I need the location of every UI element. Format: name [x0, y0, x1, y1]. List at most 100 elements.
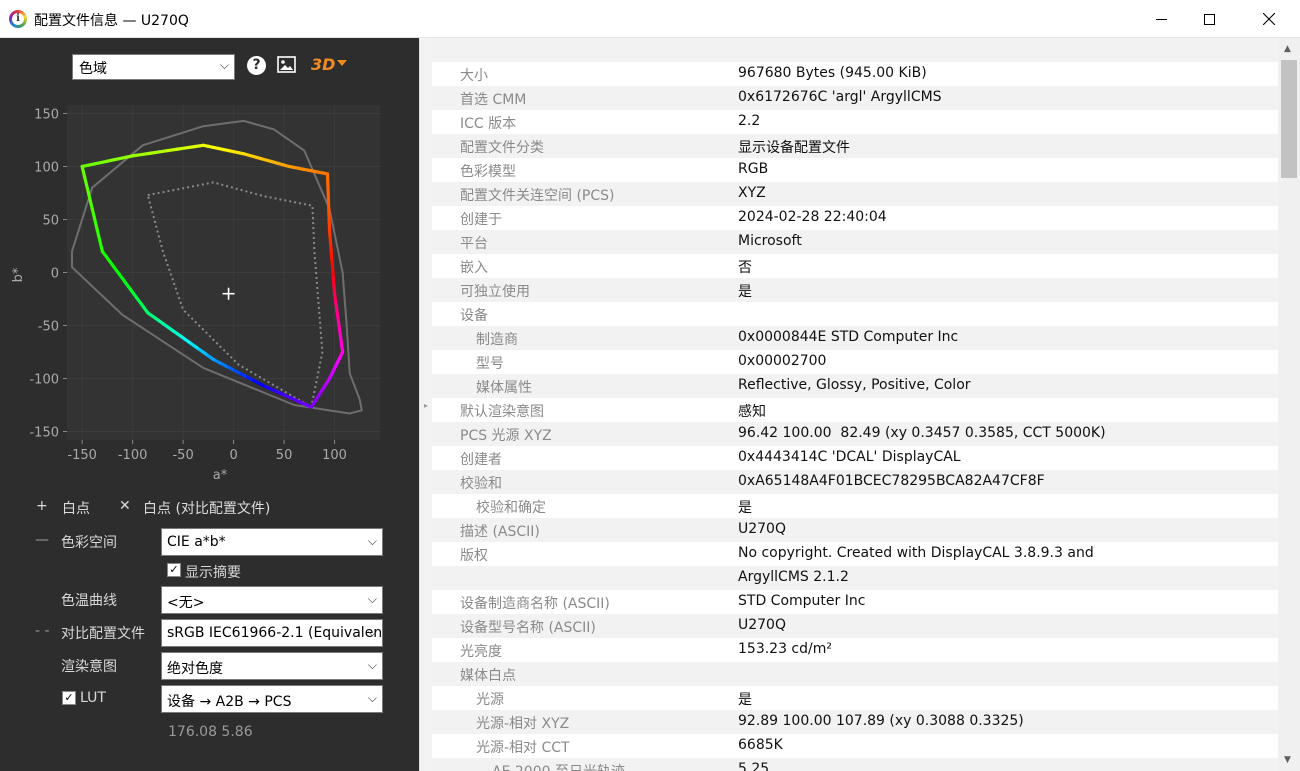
info-value: 92.89 100.00 107.89 (xy 0.3088 0.3325)	[738, 713, 1024, 729]
info-value: 153.23 cd/m²	[738, 641, 832, 657]
chevron-down-icon: ⌵	[367, 625, 377, 639]
scrollbar-thumb[interactable]	[1281, 60, 1297, 178]
info-row[interactable]: 制造商 0x0000844E STD Computer Inc	[432, 326, 1278, 350]
white-point-legend-label: 白点	[62, 501, 90, 517]
info-row[interactable]: 创建者 0x4443414C 'DCAL' DisplayCAL	[432, 446, 1278, 470]
info-row[interactable]: 大小 967680 Bytes (945.00 KiB)	[432, 62, 1278, 86]
info-row[interactable]: 光源-相对 XYZ 92.89 100.00 107.89 (xy 0.3088 …	[432, 710, 1278, 734]
save-image-icon[interactable]	[277, 56, 296, 73]
lut-checkbox[interactable]: ✓	[62, 691, 76, 705]
info-row[interactable]: 创建于 2024-02-28 22:40:04	[432, 206, 1278, 230]
lut-value: 设备 → A2B → PCS	[167, 694, 292, 710]
y-tick-label: -100	[29, 373, 59, 388]
info-row[interactable]: 媒体白点	[432, 662, 1278, 686]
info-key: 设备制造商名称 (ASCII)	[460, 596, 610, 612]
info-key: 描述 (ASCII)	[460, 524, 540, 540]
help-icon[interactable]: ?	[247, 56, 266, 75]
info-value: 感知	[738, 404, 766, 420]
info-key: 设备型号名称 (ASCII)	[460, 620, 596, 636]
vertical-scrollbar[interactable]: ▲ ▼	[1278, 38, 1300, 771]
info-value: STD Computer Inc	[738, 593, 866, 609]
info-row[interactable]: 色彩模型 RGB	[432, 158, 1278, 182]
lut-select[interactable]: 设备 → A2B → PCS ⌵	[161, 685, 383, 713]
info-key: 嵌入	[460, 260, 488, 276]
profile-info-list: 大小 967680 Bytes (945.00 KiB) 首选 CMM 0x61726…	[432, 38, 1278, 771]
info-row[interactable]: ArgyllCMS 2.1.2	[432, 566, 1278, 590]
info-row[interactable]: 设备制造商名称 (ASCII) STD Computer Inc	[432, 590, 1278, 614]
info-row[interactable]: 型号 0x00002700	[432, 350, 1278, 374]
rendering-intent-value: 绝对色度	[167, 661, 223, 677]
info-row[interactable]: 光源 是	[432, 686, 1278, 710]
minimize-button[interactable]	[1138, 0, 1184, 38]
maximize-button[interactable]	[1186, 0, 1232, 38]
info-row[interactable]: 嵌入 否	[432, 254, 1278, 278]
minimize-icon	[1155, 18, 1167, 20]
info-row[interactable]: 设备型号名称 (ASCII) U270Q	[432, 614, 1278, 638]
info-value: 967680 Bytes (945.00 KiB)	[738, 65, 927, 81]
info-row[interactable]: 可独立使用 是	[432, 278, 1278, 302]
show-summary-checkbox[interactable]: ✓	[167, 563, 181, 577]
3d-view-button[interactable]: 3D	[311, 55, 335, 74]
info-row[interactable]: 设备	[432, 302, 1278, 326]
info-row[interactable]: PCS 光源 XYZ 96.42 100.00 82.49 (xy 0.3457 …	[432, 422, 1278, 446]
info-value: U270Q	[738, 521, 786, 537]
info-row[interactable]: ICC 版本 2.2	[432, 110, 1278, 134]
info-row[interactable]: 描述 (ASCII) U270Q	[432, 518, 1278, 542]
info-row[interactable]: 校验和 0xA65148A4F01BCEC78295BCA82A47CF8F	[432, 470, 1278, 494]
info-row[interactable]: ΔE 2000 至日光轨迹 5.25	[432, 758, 1278, 771]
info-key: 首选 CMM	[460, 92, 527, 108]
info-key: 媒体属性	[476, 380, 532, 396]
y-tick-label: -50	[38, 320, 59, 335]
info-row[interactable]: 光亮度 153.23 cd/m²	[432, 638, 1278, 662]
info-list-header	[432, 38, 1278, 62]
info-row[interactable]: 媒体属性 Reflective, Glossy, Positive, Color	[432, 374, 1278, 398]
compare-profile-select[interactable]: sRGB IEC61966-2.1 (Equivalent ⌵	[161, 619, 383, 647]
cursor-readout: 176.08 5.86	[168, 724, 253, 740]
colorspace-select[interactable]: CIE a*b* ⌵	[161, 528, 383, 556]
scroll-down-icon[interactable]: ▼	[1284, 755, 1291, 765]
info-value: 0x4443414C 'DCAL' DisplayCAL	[738, 449, 961, 465]
info-row[interactable]: 首选 CMM 0x6172676C 'argl' ArgyllCMS	[432, 86, 1278, 110]
info-row[interactable]: 校验和确定 是	[432, 494, 1278, 518]
info-value: 是	[738, 500, 752, 516]
info-row[interactable]: 版权 No copyright. Created with DisplayCAL …	[432, 542, 1278, 566]
lut-label: LUT	[80, 690, 106, 706]
info-key: 色彩模型	[460, 164, 516, 180]
cct-curve-select[interactable]: <无> ⌵	[161, 586, 383, 614]
rendering-intent-label: 渲染意图	[61, 659, 117, 675]
show-summary-label: 显示摘要	[185, 565, 241, 581]
info-key: 平台	[460, 236, 488, 252]
chevron-down-icon: ⌵	[219, 58, 229, 72]
view-type-select[interactable]: 色域 ⌵	[72, 54, 235, 80]
rendering-intent-select[interactable]: 绝对色度 ⌵	[161, 652, 383, 680]
close-icon	[1263, 13, 1275, 25]
x-tick-label: -100	[118, 448, 148, 463]
close-button[interactable]	[1246, 0, 1292, 38]
chevron-down-icon: ⌵	[367, 592, 377, 606]
info-key: ICC 版本	[460, 116, 517, 132]
info-key: 版权	[460, 548, 488, 564]
colorspace-line-style: —	[35, 532, 49, 548]
info-key: 校验和确定	[476, 500, 546, 516]
info-key: 设备	[460, 308, 488, 324]
app-info-icon: i	[9, 10, 27, 28]
info-row[interactable]: 默认渲染意图 感知	[432, 398, 1278, 422]
x-axis-label: a*	[213, 468, 228, 483]
info-key: 配置文件关连空间 (PCS)	[460, 188, 615, 204]
info-row[interactable]: 配置文件分类 显示设备配置文件	[432, 134, 1278, 158]
compare-profile-label: 对比配置文件	[61, 626, 145, 642]
scroll-up-icon[interactable]: ▲	[1284, 44, 1291, 54]
3d-dropdown-caret-icon[interactable]	[337, 60, 347, 66]
panel-splitter[interactable]: ▸	[419, 38, 432, 771]
compare-profile-value: sRGB IEC61966-2.1 (Equivalent	[167, 625, 383, 641]
info-value: 96.42 100.00 82.49 (xy 0.3457 0.3585, CC…	[738, 425, 1106, 441]
info-row[interactable]: 配置文件关连空间 (PCS) XYZ	[432, 182, 1278, 206]
info-row[interactable]: 平台 Microsoft	[432, 230, 1278, 254]
view-type-value: 色域	[79, 61, 107, 77]
info-key: 大小	[460, 68, 488, 84]
info-key: 默认渲染意图	[460, 404, 544, 420]
x-tick-label: -150	[67, 448, 97, 463]
info-row[interactable]: 光源-相对 CCT 6685K	[432, 734, 1278, 758]
info-value: U270Q	[738, 617, 786, 633]
white-point-legend-marker: +	[36, 498, 48, 514]
